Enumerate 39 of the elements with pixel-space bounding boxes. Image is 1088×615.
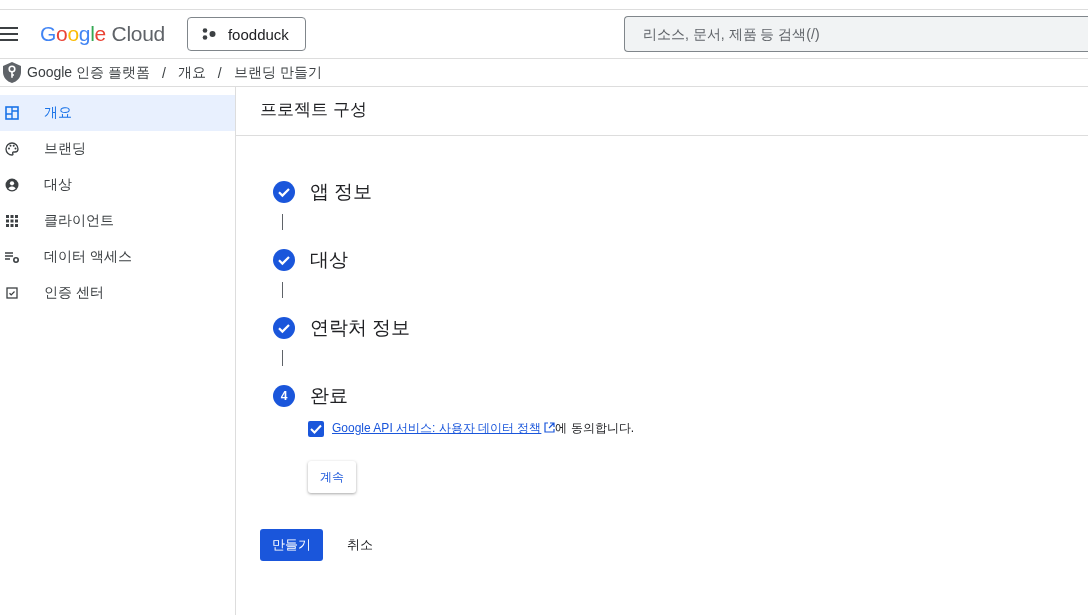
sidebar-item[interactable]: 대상 — [0, 167, 235, 203]
google-cloud-logo[interactable]: Google Cloud — [40, 22, 165, 46]
project-picker[interactable]: foodduck — [186, 17, 306, 51]
external-link-icon — [544, 422, 556, 433]
step-title: 연락처 정보 — [310, 316, 411, 340]
step-title: 앱 정보 — [310, 180, 373, 204]
cancel-button[interactable]: 취소 — [339, 529, 381, 561]
menu-icon[interactable] — [0, 27, 18, 41]
continue-button[interactable]: 계속 — [308, 461, 356, 493]
create-button[interactable]: 만들기 — [260, 529, 323, 561]
breadcrumb-separator: / — [161, 64, 166, 81]
search-field[interactable]: 리소스, 문서, 제품 등 검색(/) — [624, 16, 1088, 52]
agreement-text: Google API 서비스: 사용자 데이터 정책 에 동의합니다. — [332, 420, 635, 437]
step-connector — [282, 214, 283, 230]
policy-link[interactable]: Google API 서비스: 사용자 데이터 정책 — [332, 421, 542, 435]
step-connector — [282, 350, 283, 366]
grid-icon — [5, 214, 19, 228]
sidebar-item[interactable]: 인증 센터 — [0, 275, 235, 311]
palette-icon — [5, 142, 19, 156]
dashboard-icon — [5, 106, 19, 120]
sidebar-item[interactable]: 데이터 액세스 — [0, 239, 235, 275]
sidebar-item[interactable]: 개요 — [0, 95, 235, 131]
step-title: 완료 — [310, 384, 348, 408]
breadcrumb-link[interactable]: 개요 — [177, 63, 206, 82]
sidebar-item[interactable]: 브랜딩 — [0, 131, 235, 167]
step-title: 대상 — [310, 248, 348, 272]
list-gear-icon — [5, 250, 19, 264]
breadcrumb-separator: / — [217, 64, 222, 81]
agreement-checkbox[interactable] — [308, 420, 324, 437]
sidebar-item[interactable]: 클라이언트 — [0, 203, 235, 239]
person-circle-icon — [5, 178, 19, 192]
breadcrumb-link[interactable]: Google 인증 플랫폼 — [27, 63, 150, 82]
shield-key-icon — [3, 62, 21, 83]
step-connector — [282, 282, 283, 298]
step-number: 4 — [273, 385, 295, 407]
nodes-icon — [201, 28, 216, 40]
checkbox-icon — [5, 286, 19, 300]
page-title: 프로젝트 구성 — [236, 87, 1088, 136]
breadcrumb-link[interactable]: 브랜딩 만들기 — [233, 63, 322, 82]
